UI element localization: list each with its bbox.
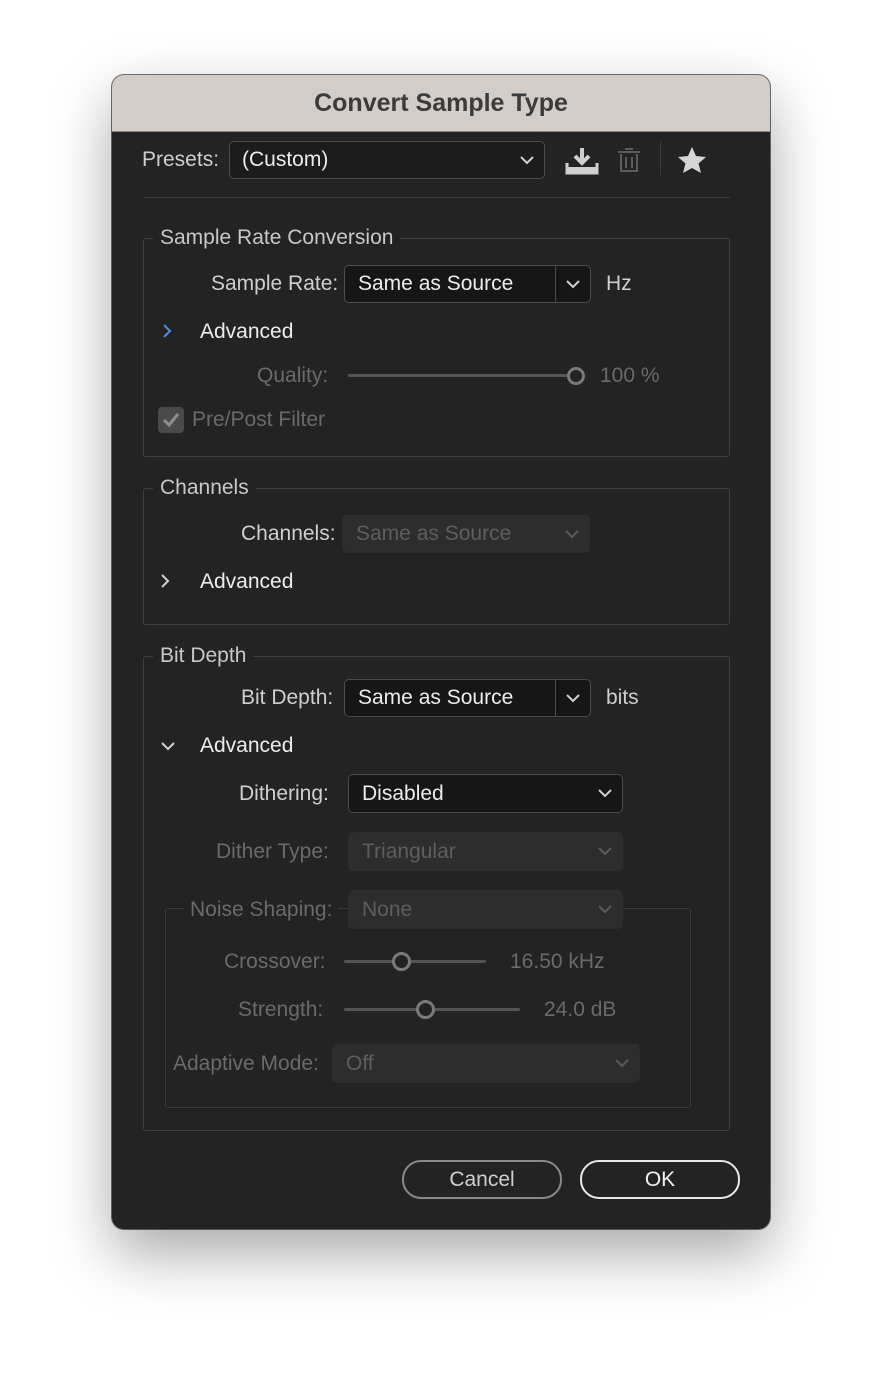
sample-rate-dropdown[interactable]: Same as Source <box>344 265 591 303</box>
sample-rate-conversion-legend: Sample Rate Conversion <box>153 226 401 250</box>
convert-sample-type-dialog: Convert Sample Type Presets: (Custom) Sa… <box>112 75 770 1229</box>
strength-label: Strength: <box>238 998 324 1021</box>
chevron-right-icon[interactable] <box>159 573 171 594</box>
adaptive-mode-value: Off <box>346 1051 374 1075</box>
chevron-down-icon <box>605 1059 639 1068</box>
trash-icon[interactable] <box>617 147 641 178</box>
title-bar[interactable]: Convert Sample Type <box>112 75 770 132</box>
adaptive-mode-dropdown[interactable]: Off <box>332 1044 640 1083</box>
channels-label: Channels: <box>241 522 336 545</box>
quality-slider-track[interactable] <box>348 374 568 377</box>
dithering-dropdown[interactable]: Disabled <box>348 774 623 813</box>
chevron-down-icon <box>588 905 622 914</box>
crossover-label: Crossover: <box>224 950 326 973</box>
star-icon[interactable] <box>677 146 707 179</box>
sample-rate-value: Same as Source <box>358 272 514 295</box>
dialog-title: Convert Sample Type <box>314 88 568 117</box>
crossover-slider-knob[interactable] <box>391 952 411 971</box>
ok-button[interactable]: OK <box>580 1160 740 1199</box>
channels-group <box>143 488 730 625</box>
download-icon[interactable] <box>565 147 599 180</box>
chevron-down-icon <box>588 789 622 798</box>
presets-divider <box>143 197 730 198</box>
strength-value: 24.0 dB <box>544 998 617 1021</box>
chevron-down-icon <box>556 279 590 289</box>
dithering-value: Disabled <box>362 781 444 805</box>
quality-label: Quality: <box>257 364 329 387</box>
chevron-down-icon <box>555 529 589 539</box>
presets-label: Presets: <box>142 148 220 171</box>
sample-rate-label: Sample Rate: <box>211 272 339 295</box>
chevron-down-icon <box>556 693 590 703</box>
channels-legend: Channels <box>153 476 256 500</box>
bit-depth-advanced-toggle[interactable]: Advanced <box>200 734 293 758</box>
sample-rate-unit: Hz <box>606 272 632 295</box>
crossover-value: 16.50 kHz <box>510 950 605 973</box>
pre-post-filter-label: Pre/Post Filter <box>192 408 326 431</box>
bit-depth-dropdown[interactable]: Same as Source <box>344 679 591 717</box>
checkmark-icon <box>162 413 180 428</box>
adaptive-mode-label: Adaptive Mode: <box>173 1052 319 1075</box>
quality-slider-knob[interactable] <box>567 367 585 385</box>
sample-rate-advanced-toggle[interactable]: Advanced <box>200 320 293 344</box>
bit-depth-value: Same as Source <box>358 686 514 709</box>
presets-dropdown[interactable]: (Custom) <box>229 141 545 179</box>
toolbar-divider <box>660 141 661 175</box>
channels-value: Same as Source <box>356 522 512 545</box>
dither-type-dropdown[interactable]: Triangular <box>348 832 623 871</box>
noise-shaping-dropdown[interactable]: None <box>348 890 623 929</box>
dither-type-value: Triangular <box>362 839 456 863</box>
channels-dropdown[interactable]: Same as Source <box>342 515 590 553</box>
noise-shaping-label: Noise Shaping: <box>184 898 339 922</box>
noise-shaping-value: None <box>362 897 413 921</box>
crossover-slider-track[interactable] <box>344 960 486 963</box>
strength-slider-knob[interactable] <box>415 1000 435 1019</box>
channels-advanced-toggle[interactable]: Advanced <box>200 570 293 594</box>
bit-depth-legend: Bit Depth <box>153 644 254 668</box>
presets-value: (Custom) <box>242 148 329 171</box>
pre-post-filter-checkbox[interactable] <box>158 407 184 433</box>
chevron-down-icon <box>510 155 544 165</box>
dithering-label: Dithering: <box>239 782 329 805</box>
cancel-button[interactable]: Cancel <box>402 1160 562 1199</box>
bit-depth-unit: bits <box>606 686 639 709</box>
quality-value: 100 % <box>600 364 660 387</box>
bit-depth-label: Bit Depth: <box>241 686 334 709</box>
chevron-down-icon <box>588 847 622 856</box>
chevron-right-icon[interactable] <box>161 323 173 344</box>
chevron-down-icon[interactable] <box>160 739 176 757</box>
dither-type-label: Dither Type: <box>216 840 329 863</box>
